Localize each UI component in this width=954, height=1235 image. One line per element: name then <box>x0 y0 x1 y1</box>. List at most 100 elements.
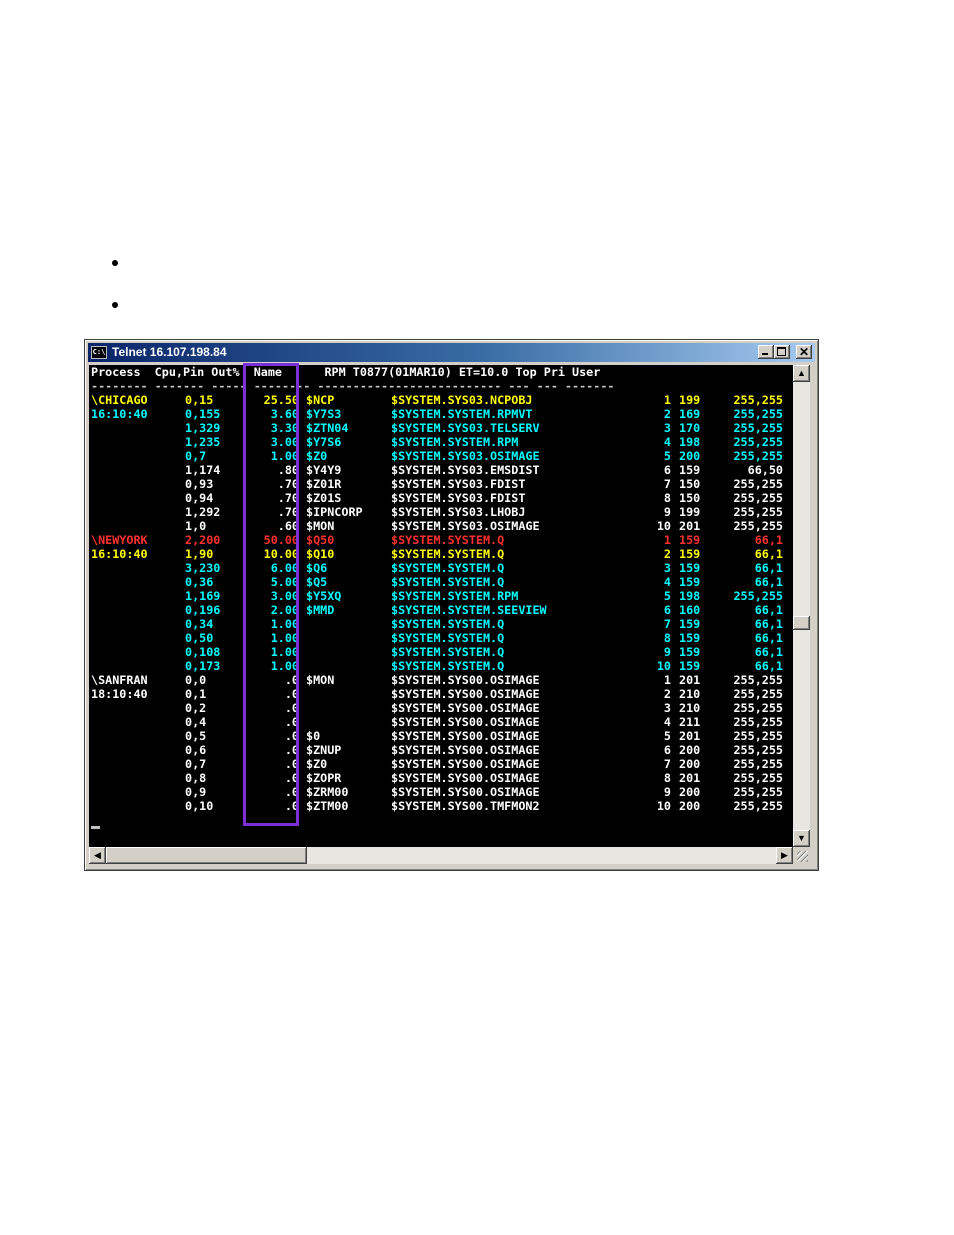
cell-pri: 211 <box>679 715 701 729</box>
cell-user: 66,1 <box>754 617 783 631</box>
cell-pri: 198 <box>679 589 701 603</box>
cell-out: .60 <box>277 519 299 533</box>
cell-pri: 159 <box>679 659 701 673</box>
cell-program: $SYSTEM.SYS00.OSIMAGE <box>391 673 540 687</box>
cell-name: $MON <box>306 673 335 687</box>
process-row: 0,5 .0 $0 $SYSTEM.SYS00.OSIMAGE 5 201 255,255 <box>89 729 793 743</box>
horizontal-scroll-thumb[interactable] <box>106 847 307 864</box>
process-row: 0,36 5.00 $Q5 $SYSTEM.SYSTEM.Q 4 159 66,1 <box>89 575 793 589</box>
cell-top: 2 <box>663 407 671 421</box>
resize-grip[interactable] <box>793 847 810 864</box>
cell-top: 10 <box>656 659 671 673</box>
cell-name: $NCP <box>306 393 335 407</box>
vertical-scrollbar[interactable]: ▲ ▼ <box>793 365 810 847</box>
console-icon[interactable]: C:\ <box>91 346 107 359</box>
cell-cpu: 0,4 <box>185 715 207 729</box>
cell-name: $Z01R <box>306 477 342 491</box>
cell-process: \SANFRAN <box>91 673 148 687</box>
cell-out: 1.00 <box>270 645 299 659</box>
maximize-icon <box>777 347 786 356</box>
cell-pri: 159 <box>679 645 701 659</box>
cell-top: 8 <box>663 491 671 505</box>
cell-user: 255,255 <box>733 743 783 757</box>
cell-top: 5 <box>663 449 671 463</box>
cell-user: 255,255 <box>733 701 783 715</box>
minimize-button[interactable] <box>758 345 774 359</box>
horizontal-scrollbar[interactable]: ◀ ▶ <box>89 847 793 864</box>
cell-out: 50.00 <box>263 533 299 547</box>
cell-out: .0 <box>284 743 299 757</box>
process-row: 0,94 .70 $Z01S $SYSTEM.SYS03.FDIST 8 150 255,2… <box>89 491 793 505</box>
cell-program: $SYSTEM.SYS03.TELSERV <box>391 421 540 435</box>
cell-cpu: 0,2 <box>185 701 207 715</box>
scroll-down-button[interactable]: ▼ <box>793 830 810 847</box>
cell-top: 9 <box>663 505 671 519</box>
cell-top: 10 <box>656 519 671 533</box>
cell-out: 25.50 <box>263 393 299 407</box>
cell-top: 3 <box>663 421 671 435</box>
process-row: 0,7 1.00 $Z0 $SYSTEM.SYS03.OSIMAGE 5 200 255,2… <box>89 449 793 463</box>
cell-out: 3.30 <box>270 421 299 435</box>
cell-out: .0 <box>284 799 299 813</box>
cell-pri: 150 <box>679 477 701 491</box>
cell-cpu: 0,15 <box>185 393 214 407</box>
process-row: 0,6 .0 $ZNUP $SYSTEM.SYS00.OSIMAGE 6 200 255,2… <box>89 743 793 757</box>
maximize-button[interactable] <box>774 345 790 359</box>
cell-out: 3.00 <box>270 435 299 449</box>
cell-cpu: 1,329 <box>185 421 221 435</box>
cell-program: $SYSTEM.SYS03.OSIMAGE <box>391 449 540 463</box>
scroll-left-button[interactable]: ◀ <box>89 847 106 864</box>
cell-cpu: 0,6 <box>185 743 207 757</box>
cell-program: $SYSTEM.SYSTEM.Q <box>391 561 505 575</box>
cell-pri: 200 <box>679 799 701 813</box>
cell-pri: 210 <box>679 701 701 715</box>
process-row: 0,108 1.00 $SYSTEM.SYSTEM.Q 9 159 66,1 <box>89 645 793 659</box>
cell-cpu: 1,292 <box>185 505 221 519</box>
cell-user: 255,255 <box>733 673 783 687</box>
cell-cpu: 0,0 <box>185 673 207 687</box>
cell-name: $Z01S <box>306 491 342 505</box>
scroll-up-button[interactable]: ▲ <box>793 365 810 382</box>
cell-top: 4 <box>663 435 671 449</box>
cell-top: 7 <box>663 617 671 631</box>
cell-user: 255,255 <box>733 435 783 449</box>
cell-pri: 199 <box>679 505 701 519</box>
vertical-scroll-thumb[interactable] <box>793 616 810 631</box>
cell-pri: 201 <box>679 729 701 743</box>
cell-pri: 159 <box>679 533 701 547</box>
scroll-right-button[interactable]: ▶ <box>776 847 793 864</box>
cell-user: 255,255 <box>733 589 783 603</box>
process-row: 0,50 1.00 $SYSTEM.SYSTEM.Q 8 159 66,1 <box>89 631 793 645</box>
cell-program: $SYSTEM.SYS00.TMFMON2 <box>391 799 540 813</box>
cell-pri: 200 <box>679 449 701 463</box>
cell-pri: 199 <box>679 393 701 407</box>
cell-user: 66,50 <box>747 463 783 477</box>
close-button[interactable]: ✕ <box>796 345 812 359</box>
cell-program: $SYSTEM.SYS03.EMSDIST <box>391 463 540 477</box>
cell-program: $SYSTEM.SYS00.OSIMAGE <box>391 743 540 757</box>
cell-user: 255,255 <box>733 771 783 785</box>
process-row: 0,10 .0 $ZTM00 $SYSTEM.SYS00.TMFMON2 10 200 25… <box>89 799 793 813</box>
cell-cpu: 0,196 <box>185 603 221 617</box>
cell-pri: 160 <box>679 603 701 617</box>
cell-cpu: 0,5 <box>185 729 207 743</box>
cell-pri: 159 <box>679 617 701 631</box>
cell-out: .0 <box>284 673 299 687</box>
cell-top: 7 <box>663 757 671 771</box>
title-bar[interactable]: C:\ Telnet 16.107.198.84 ✕ <box>88 343 815 362</box>
process-row: 0,34 1.00 $SYSTEM.SYSTEM.Q 7 159 66,1 <box>89 617 793 631</box>
cell-out: 6.00 <box>270 561 299 575</box>
cell-program: $SYSTEM.SYS03.FDIST <box>391 491 526 505</box>
cell-user: 255,255 <box>733 687 783 701</box>
cell-cpu: 0,7 <box>185 449 207 463</box>
cell-cpu: 0,1 <box>185 687 207 701</box>
cell-top: 7 <box>663 477 671 491</box>
cell-program: $SYSTEM.SYS00.OSIMAGE <box>391 771 540 785</box>
cell-user: 66,1 <box>754 561 783 575</box>
cell-name: $Q5 <box>306 575 328 589</box>
cell-name: $ZNUP <box>306 743 342 757</box>
process-row: 1,292 .70 $IPNCORP $SYSTEM.SYS03.LHOBJ 9 199 2… <box>89 505 793 519</box>
process-row: 0,7 .0 $Z0 $SYSTEM.SYS00.OSIMAGE 7 200 255,255 <box>89 757 793 771</box>
terminal-screen[interactable]: Process Cpu,Pin Out% Name RPM T0877(01MA… <box>89 365 793 847</box>
cell-name: $Q50 <box>306 533 335 547</box>
